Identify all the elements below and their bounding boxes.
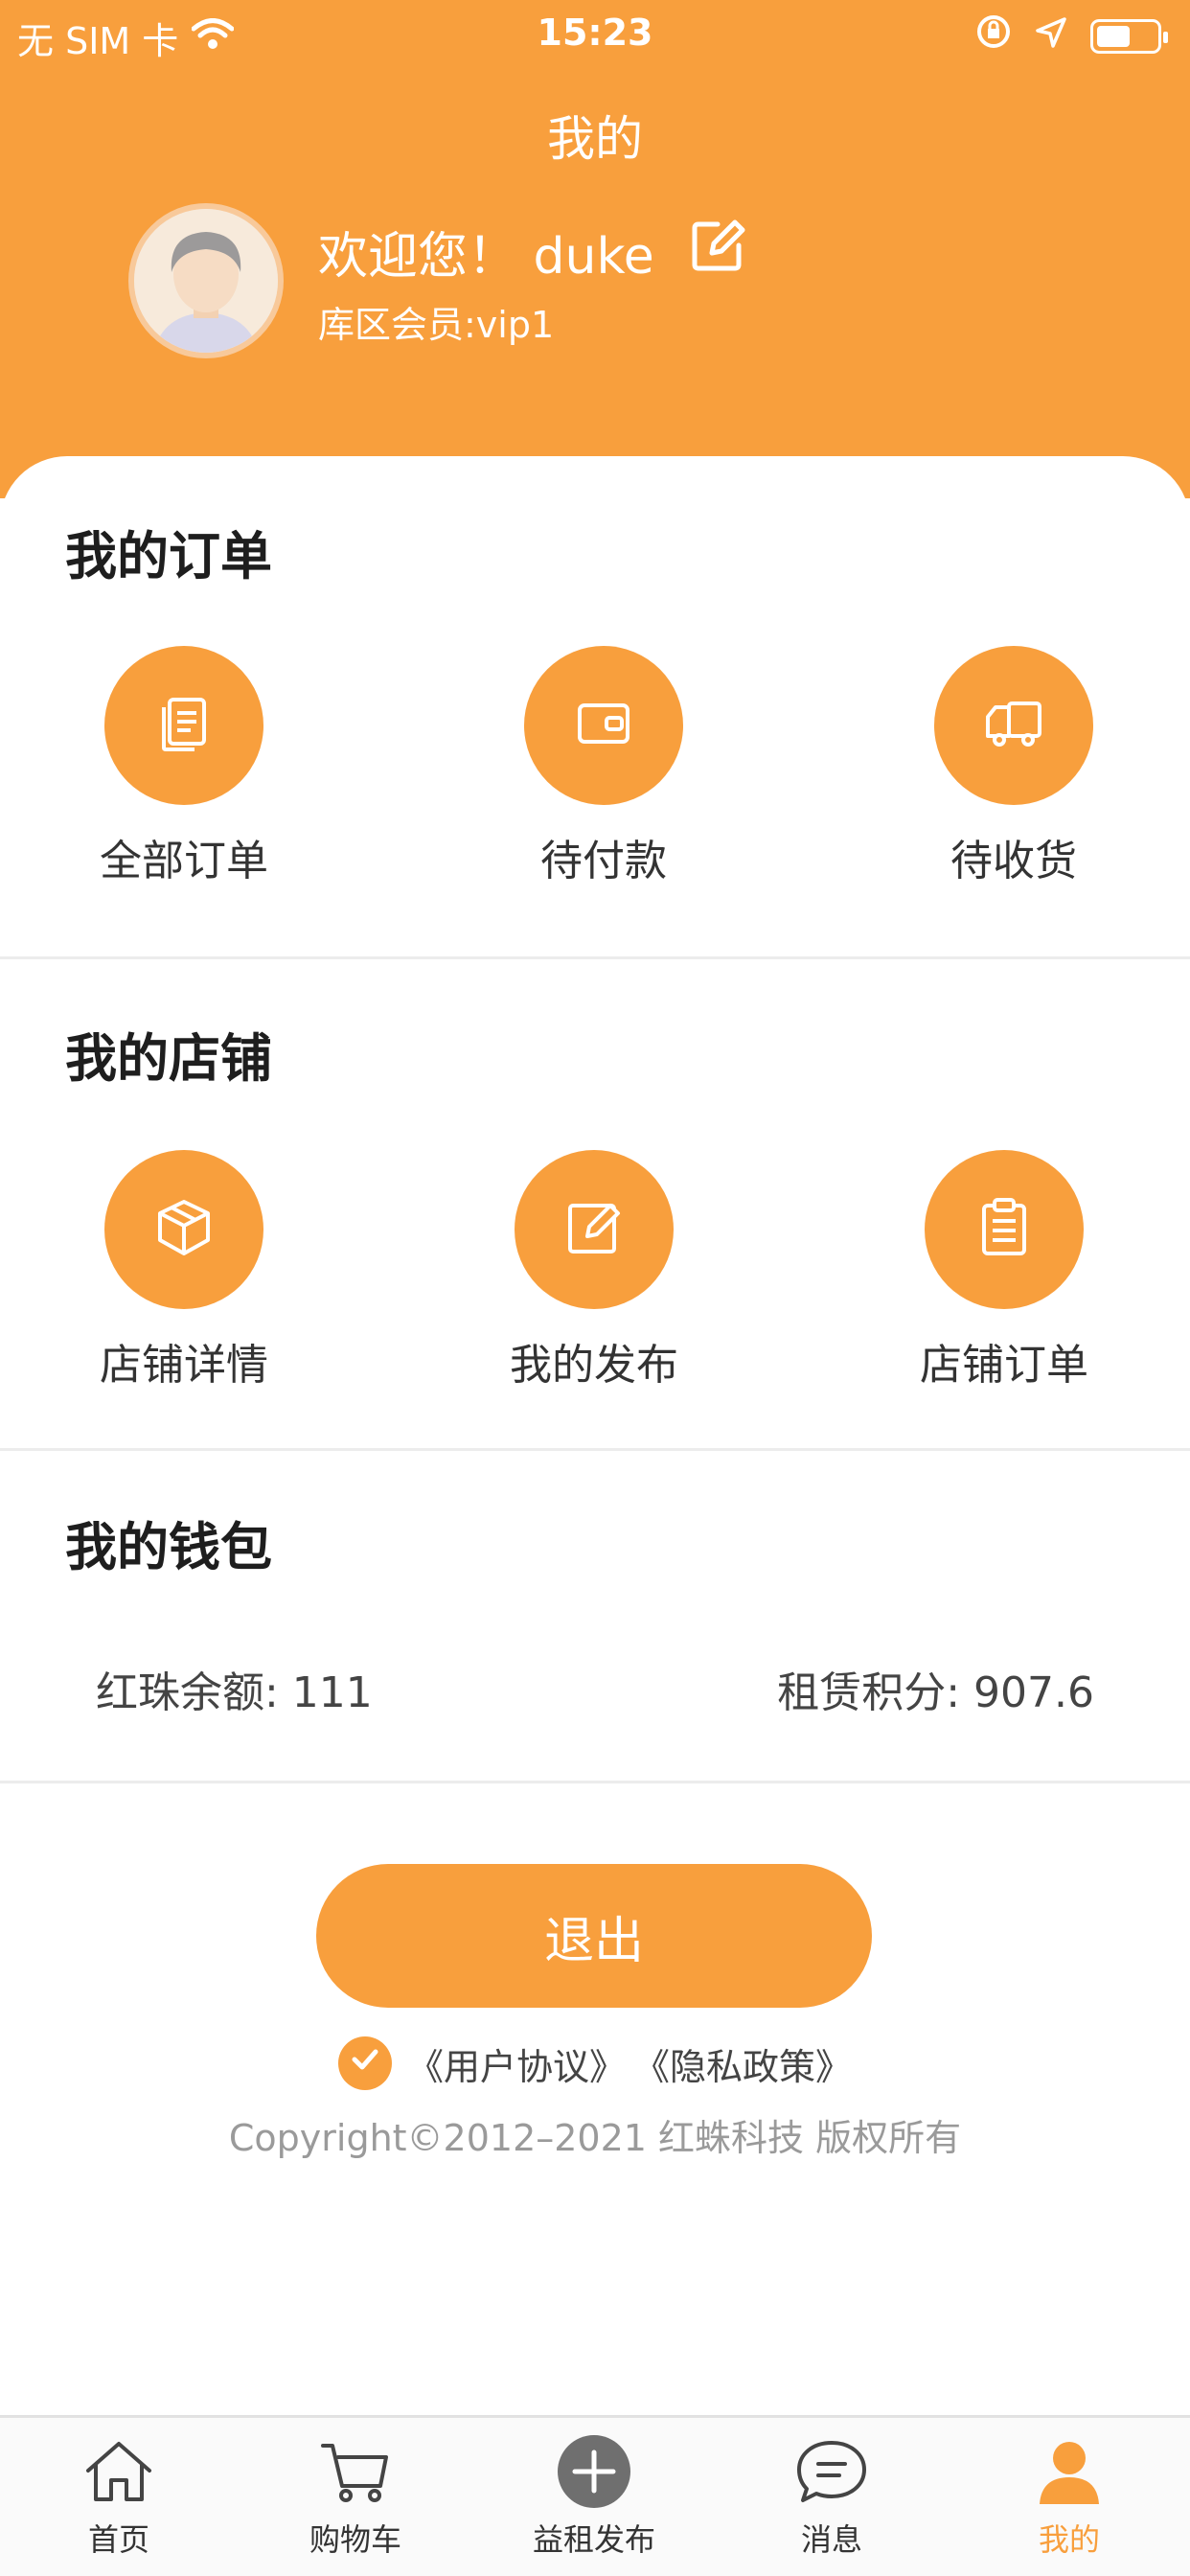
tab-mine[interactable]: 我的 xyxy=(973,2435,1165,2560)
tab-home-label: 首页 xyxy=(87,2521,149,2558)
tab-bar: 首页 购物车 益租发布 消息 我的 xyxy=(0,2415,1190,2576)
agreement-checkbox[interactable] xyxy=(337,2036,392,2090)
message-icon xyxy=(795,2437,868,2510)
wallet-section-title: 我的钱包 xyxy=(65,1517,272,1577)
avatar[interactable] xyxy=(128,203,284,358)
privacy-policy-link[interactable]: 《隐私政策》 xyxy=(633,2037,852,2090)
store-orders-button[interactable]: 店铺订单 xyxy=(880,1150,1129,1392)
tab-messages[interactable]: 消息 xyxy=(736,2435,927,2560)
divider xyxy=(0,1448,1190,1451)
orientation-lock-icon xyxy=(975,13,1012,58)
tab-publish-label: 益租发布 xyxy=(532,2521,655,2558)
order-pending-payment-label: 待付款 xyxy=(540,837,667,886)
home-icon xyxy=(82,2438,155,2509)
tab-home[interactable]: 首页 xyxy=(23,2435,215,2560)
tab-cart[interactable]: 购物车 xyxy=(260,2435,451,2560)
store-details-label: 店铺详情 xyxy=(100,1341,268,1390)
truck-icon xyxy=(980,690,1047,761)
order-all-button[interactable]: 全部订单 xyxy=(59,646,309,887)
wallet-icon xyxy=(570,690,637,761)
check-icon xyxy=(348,2042,382,2085)
rental-points[interactable]: 租赁积分: 907.6 xyxy=(777,1658,1094,1719)
order-pending-payment-button[interactable]: 待付款 xyxy=(479,646,728,887)
order-all-label: 全部订单 xyxy=(100,837,268,886)
store-section-title: 我的店铺 xyxy=(65,1028,272,1089)
user-icon xyxy=(1036,2437,1103,2510)
profile-header: 无 SIM 卡 15:23 我的 欢迎您！ duke 库区会员:vip1 xyxy=(0,0,1190,498)
agreement-row: 《用户协议》 《隐私政策》 xyxy=(0,2036,1190,2090)
document-icon xyxy=(150,690,217,761)
page-title: 我的 xyxy=(547,111,643,167)
welcome-row: 欢迎您！ duke xyxy=(318,216,746,288)
user-agreement-link[interactable]: 《用户协议》 xyxy=(407,2037,626,2090)
member-level: 库区会员:vip1 xyxy=(318,304,555,346)
red-bead-balance[interactable]: 红珠余额: 111 xyxy=(96,1658,373,1719)
edit-profile-icon[interactable] xyxy=(689,217,746,287)
order-pending-receipt-label: 待收货 xyxy=(950,837,1077,886)
logout-button[interactable]: 退出 xyxy=(316,1864,872,2008)
welcome-text: 欢迎您！ duke xyxy=(318,228,654,286)
tab-messages-label: 消息 xyxy=(800,2521,862,2558)
divider xyxy=(0,1781,1190,1783)
tab-mine-label: 我的 xyxy=(1038,2521,1100,2558)
location-arrow-icon xyxy=(1035,15,1067,58)
cube-icon xyxy=(150,1194,217,1265)
orders-section-title: 我的订单 xyxy=(65,526,272,586)
battery-icon xyxy=(1090,18,1168,54)
order-pending-receipt-button[interactable]: 待收货 xyxy=(889,646,1138,887)
status-bar: 无 SIM 卡 15:23 xyxy=(0,0,1190,67)
store-details-button[interactable]: 店铺详情 xyxy=(59,1150,309,1392)
store-orders-label: 店铺订单 xyxy=(920,1341,1088,1390)
cart-icon xyxy=(319,2438,392,2509)
plus-circle-icon xyxy=(556,2433,632,2514)
tab-publish[interactable]: 益租发布 xyxy=(498,2435,690,2560)
battery-level xyxy=(1097,25,1130,47)
tab-cart-label: 购物车 xyxy=(309,2521,401,2558)
clipboard-icon xyxy=(971,1194,1038,1265)
copyright-text: Copyright©2012–2021 红蛛科技 版权所有 xyxy=(228,2117,962,2159)
edit-icon xyxy=(561,1194,628,1265)
my-posts-label: 我的发布 xyxy=(510,1341,678,1390)
divider xyxy=(0,956,1190,959)
my-posts-button[interactable]: 我的发布 xyxy=(469,1150,719,1392)
